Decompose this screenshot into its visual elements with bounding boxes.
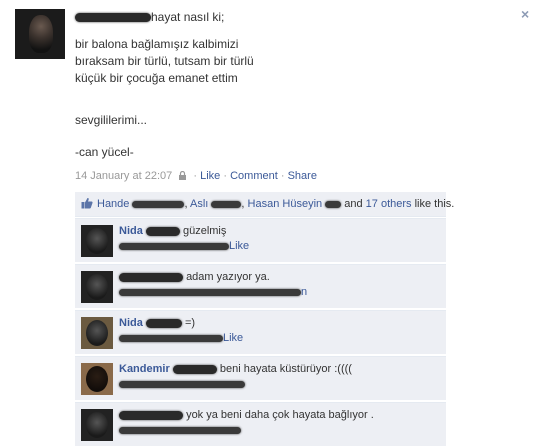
likes-separator: ,: [184, 198, 188, 210]
likes-separator: ,: [241, 198, 245, 210]
poem-line: bir balona bağlamışız kalbimizi: [75, 37, 239, 51]
redacted-name: [211, 200, 242, 208]
post-header: hayat nasıl ki;: [75, 10, 224, 24]
lock-icon: [179, 171, 187, 180]
poem-line: sevgililerimi...: [75, 113, 148, 127]
redacted-author-name[interactable]: [75, 13, 151, 23]
comment-like-link[interactable]: Like: [229, 240, 249, 252]
liker-name[interactable]: Hande: [97, 198, 129, 210]
poem-line: bıraksam bir türlü, tutsam bir türlü: [75, 54, 254, 68]
poem-signature: -can yücel-: [75, 145, 134, 159]
post-meta: 14 January at 22:07 · Like · Comment · S…: [75, 170, 317, 182]
redacted-meta: [119, 380, 245, 388]
comment-text-line: yok ya beni daha çok hayata bağlıyor .: [119, 409, 374, 421]
liker-name[interactable]: Hasan Hüseyin: [248, 198, 323, 210]
comment-meta: Like: [119, 240, 249, 252]
redacted-name: [145, 226, 180, 236]
meta-separator: ·: [193, 170, 198, 182]
close-icon[interactable]: ×: [521, 6, 529, 22]
redacted-name: [325, 200, 342, 208]
comment-author[interactable]: Kandemir: [119, 363, 170, 375]
feedback-box: Hande , Aslı , Hasan Hüseyin and 17 othe…: [75, 192, 454, 447]
meta-separator: ·: [223, 170, 228, 182]
likes-and: and: [344, 198, 363, 210]
comment-text-line: Kandemir beni hayata küstürüyor :((((: [119, 363, 352, 375]
comment-meta: [119, 378, 245, 390]
thumbs-up-icon: [81, 197, 93, 209]
comment-text-line: Nida güzelmiş: [119, 225, 226, 237]
comment-text: beni hayata küstürüyor :((((: [219, 363, 352, 375]
comment: Nida güzelmiş Like: [75, 218, 446, 263]
likes-suffix: like this.: [414, 198, 455, 210]
comment-meta-link[interactable]: n: [301, 286, 307, 298]
commenter-avatar[interactable]: [81, 225, 113, 257]
comment-author[interactable]: Nida: [119, 225, 143, 237]
post-author-avatar[interactable]: [15, 9, 65, 59]
comment-link[interactable]: Comment: [230, 170, 278, 182]
post-timestamp[interactable]: 14 January at 22:07: [75, 170, 172, 182]
commenter-avatar[interactable]: [81, 317, 113, 349]
post-header-text: hayat nasıl ki;: [151, 10, 225, 24]
liker-name[interactable]: Aslı: [190, 198, 208, 210]
commenter-avatar[interactable]: [81, 409, 113, 441]
redacted-meta: [119, 426, 241, 434]
poem-line: küçük bir çocuğa emanet ettim: [75, 71, 238, 85]
comment-meta: [119, 424, 241, 436]
likes-summary: Hande , Aslı , Hasan Hüseyin and 17 othe…: [75, 192, 454, 217]
redacted-name: [132, 200, 185, 208]
commenter-avatar[interactable]: [81, 271, 113, 303]
redacted-name: [172, 364, 217, 374]
comment-text: =): [184, 317, 196, 329]
comment: adam yazıyor ya. n: [75, 264, 446, 309]
comment-author[interactable]: Nida: [119, 317, 143, 329]
comment-text-line: adam yazıyor ya.: [119, 271, 270, 283]
redacted-name: [119, 410, 183, 420]
comment-text: güzelmiş: [182, 225, 227, 237]
likes-others-link[interactable]: 17 others: [366, 198, 412, 210]
comment-text-line: Nida =): [119, 317, 195, 329]
redacted-meta: [119, 242, 229, 250]
comment: Kandemir beni hayata küstürüyor :((((: [75, 356, 446, 401]
comment-text: yok ya beni daha çok hayata bağlıyor .: [186, 409, 374, 421]
comment: Nida =) Like: [75, 310, 446, 355]
like-link[interactable]: Like: [200, 170, 220, 182]
comment-like-link[interactable]: Like: [223, 332, 243, 344]
redacted-name: [145, 318, 182, 328]
share-link[interactable]: Share: [288, 170, 317, 182]
redacted-name: [119, 272, 183, 282]
comment-text: adam yazıyor ya.: [186, 271, 270, 283]
meta-separator: ·: [280, 170, 285, 182]
comment-meta: Like: [119, 332, 243, 344]
commenter-avatar[interactable]: [81, 363, 113, 395]
redacted-meta: [119, 334, 223, 342]
comment-meta: n: [119, 286, 307, 298]
redacted-meta: [119, 288, 301, 296]
comment: yok ya beni daha çok hayata bağlıyor .: [75, 402, 446, 447]
post-body: bir balona bağlamışız kalbimizi bıraksam…: [75, 36, 495, 161]
